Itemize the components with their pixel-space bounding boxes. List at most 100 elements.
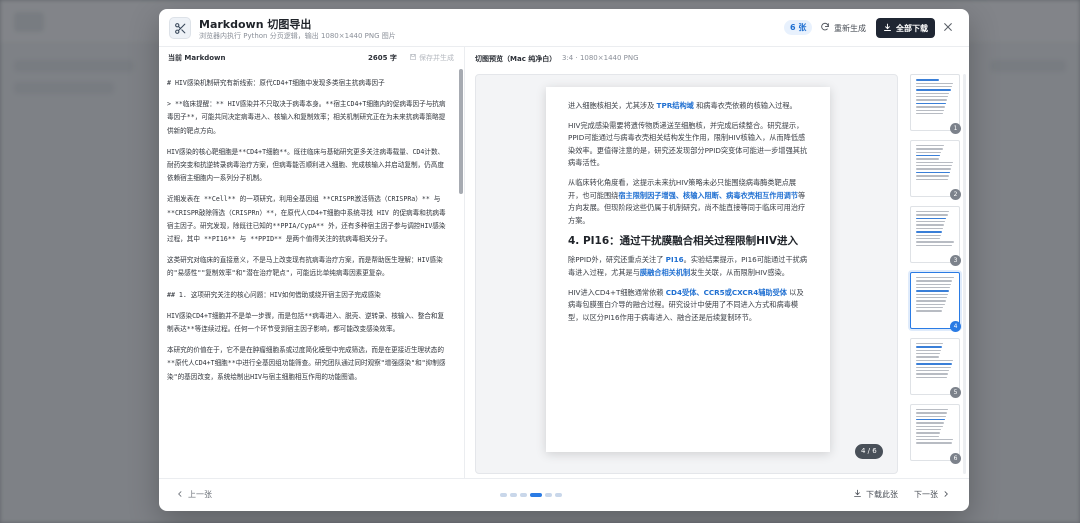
thumbnail-line: [916, 224, 945, 226]
chevron-right-icon: [942, 490, 950, 500]
download-all-button[interactable]: 全部下载: [876, 18, 935, 38]
thumbnail-line: [916, 231, 942, 233]
thumbnail-line: [916, 244, 953, 246]
editor-scrollbar[interactable]: [459, 69, 463, 194]
page-paragraph: 除PPID外，研究还重点关注了 PI16。实验结果提示，PI16可能通过干扰病毒…: [568, 254, 808, 279]
close-icon[interactable]: [940, 19, 956, 35]
thumbnail-line: [916, 369, 950, 372]
thumbnail-line: [916, 217, 947, 220]
editor-line: > **临床提醒：** HIV感染并不只取决于病毒本身。**宿主CD4+T细胞内…: [167, 100, 446, 135]
refresh-icon: [820, 22, 830, 34]
pagination-dot[interactable]: [500, 493, 507, 497]
thumbnail-line: [916, 412, 948, 414]
thumbnail-line: [916, 359, 953, 362]
page-paragraph: HIV完成感染需要将遗传物质递送至细胞核，并完成后续整合。研究提示，PPID可能…: [568, 120, 808, 168]
preview-dimensions: 3:4 · 1080×1440 PNG: [562, 54, 639, 62]
preview-stage: 进入细胞核相关，尤其涉及 TPR结构域 和病毒衣壳依赖的核输入过程。 HIV完成…: [475, 74, 898, 474]
next-label: 下一张: [914, 490, 938, 499]
thumbnail-line: [916, 432, 941, 434]
editor-line: 这类研究对临床的直接意义，不是马上改变现有抗病毒治疗方案，而是帮助医生理解：HI…: [167, 256, 443, 278]
thumbnail-line: [916, 363, 952, 365]
thumbnail-line: [916, 161, 954, 164]
thumbnail-line: [916, 234, 941, 236]
download-icon: [883, 23, 892, 34]
thumbnail-number: 6: [950, 453, 961, 464]
thumbnail-line: [916, 409, 949, 411]
highlight-text: CD4受体、CCR5或CXCR4辅助受体: [665, 287, 787, 297]
chevron-left-icon: [176, 490, 184, 500]
download-page-label: 下载此张: [866, 490, 898, 499]
pagination-dot[interactable]: [545, 493, 552, 497]
thumbnail-line: [916, 109, 944, 111]
markdown-textarea[interactable]: # HIV感染机制研究有新线索：原代CD4+T细胞中发现多类宿主抗病毒因子 > …: [167, 77, 449, 392]
thumbnail-line: [916, 297, 947, 299]
download-all-label: 全部下载: [896, 23, 928, 33]
regenerate-button[interactable]: 重新生成: [820, 19, 866, 37]
thumbnail-line: [916, 237, 940, 240]
text-run: 除PPID外，研究还重点关注了: [568, 255, 666, 265]
text-run: 发生关联，从而限制HIV感染。: [690, 267, 789, 277]
highlight-text: PI16: [665, 255, 684, 265]
modal-title: Markdown 切图导出: [199, 18, 312, 31]
thumbnail-line: [916, 79, 939, 81]
page-paragraph: HIV进入CD4+T细胞通常依赖 CD4受体、CCR5或CXCR4辅助受体 以及…: [568, 287, 808, 325]
pagination-dot[interactable]: [555, 493, 562, 497]
thumbnail-line: [916, 290, 950, 292]
pagination-dot[interactable]: [510, 493, 517, 497]
thumbnail-line: [916, 425, 943, 428]
thumbnail-number: 3: [950, 255, 961, 266]
thumbnail-line: [916, 373, 949, 375]
highlight-text: 膜融合相关机制: [639, 267, 691, 277]
thumbnail-scrollbar[interactable]: [963, 74, 966, 474]
thumbnail-line: [916, 418, 945, 421]
thumbnail-line: [916, 353, 940, 355]
thumbnail-line: [916, 112, 943, 115]
scissors-icon: [169, 17, 191, 39]
thumbnail-line: [916, 165, 953, 167]
thumbnail-line: [916, 82, 953, 84]
modal-header: Markdown 切图导出 浏览器内执行 Python 分页逻辑，输出 1080…: [159, 9, 969, 47]
thumbnail-line: [916, 151, 942, 153]
thumbnail-line: [916, 102, 947, 105]
thumbnail-line: [916, 154, 941, 157]
thumbnail-line: [916, 175, 949, 177]
editor-label: 当前 Markdown: [168, 54, 226, 62]
thumbnail-number: 2: [950, 189, 961, 200]
thumbnail-line: [916, 280, 953, 282]
pagination-dots: [500, 493, 562, 497]
thumbnail-line: [916, 300, 946, 302]
prev-button[interactable]: 上一张: [176, 489, 212, 500]
thumbnail-line: [916, 106, 945, 108]
download-page-button[interactable]: 下载此张: [853, 489, 898, 500]
pagination-dot[interactable]: [520, 493, 527, 497]
thumbnail-line: [916, 422, 944, 424]
prev-label: 上一张: [188, 490, 212, 499]
preview-label: 切图预览（Mac 纯净白）: [475, 55, 557, 63]
thumbnail-line: [916, 158, 940, 160]
preview-page: 进入细胞核相关，尤其涉及 TPR结构域 和病毒衣壳依赖的核输入过程。 HIV完成…: [546, 87, 830, 452]
text-run: 和病毒衣壳依赖的核输入过程。: [693, 101, 797, 110]
save-generate-button[interactable]: 保存并生成: [409, 53, 454, 63]
page-indicator: 4 / 6: [855, 444, 883, 459]
thumbnail-line: [916, 343, 944, 345]
thumbnail-line: [916, 283, 952, 285]
thumbnail-strip: 1 2 3 4 5 6: [908, 74, 966, 474]
preview-panel: 切图预览（Mac 纯净白） 3:4 · 1080×1440 PNG 进入细胞核相…: [465, 47, 969, 478]
thumbnail-line: [916, 435, 940, 437]
editor-line: # HIV感染机制研究有新线索：原代CD4+T细胞中发现多类宿主抗病毒因子: [167, 79, 385, 87]
editor-line: HIV感染CD4+T细胞并不是单一步骤，而是包括**病毒进入、脱壳、逆转录、核输…: [167, 311, 445, 334]
pagination-dot[interactable]: [530, 493, 542, 497]
thumbnail-line: [916, 442, 953, 444]
save-generate-label: 保存并生成: [419, 54, 454, 62]
thumbnail-line: [916, 168, 951, 170]
editor-line: 近期发表在 **Cell** 的一项研究，利用全基因组 **CRISPR激活筛选…: [167, 195, 446, 244]
thumbnail-line: [916, 310, 943, 312]
thumbnail-line: [916, 349, 942, 352]
page-paragraph: 进入细胞核相关，尤其涉及 TPR结构域 和病毒衣壳依赖的核输入过程。: [568, 100, 808, 113]
thumbnail-line: [916, 221, 946, 223]
next-button[interactable]: 下一张: [914, 489, 950, 500]
thumbnail-line: [916, 429, 942, 431]
modal-footer: 上一张 下载此张 下一张: [159, 478, 969, 511]
thumbnail-line: [916, 286, 951, 289]
save-icon: [409, 53, 417, 63]
